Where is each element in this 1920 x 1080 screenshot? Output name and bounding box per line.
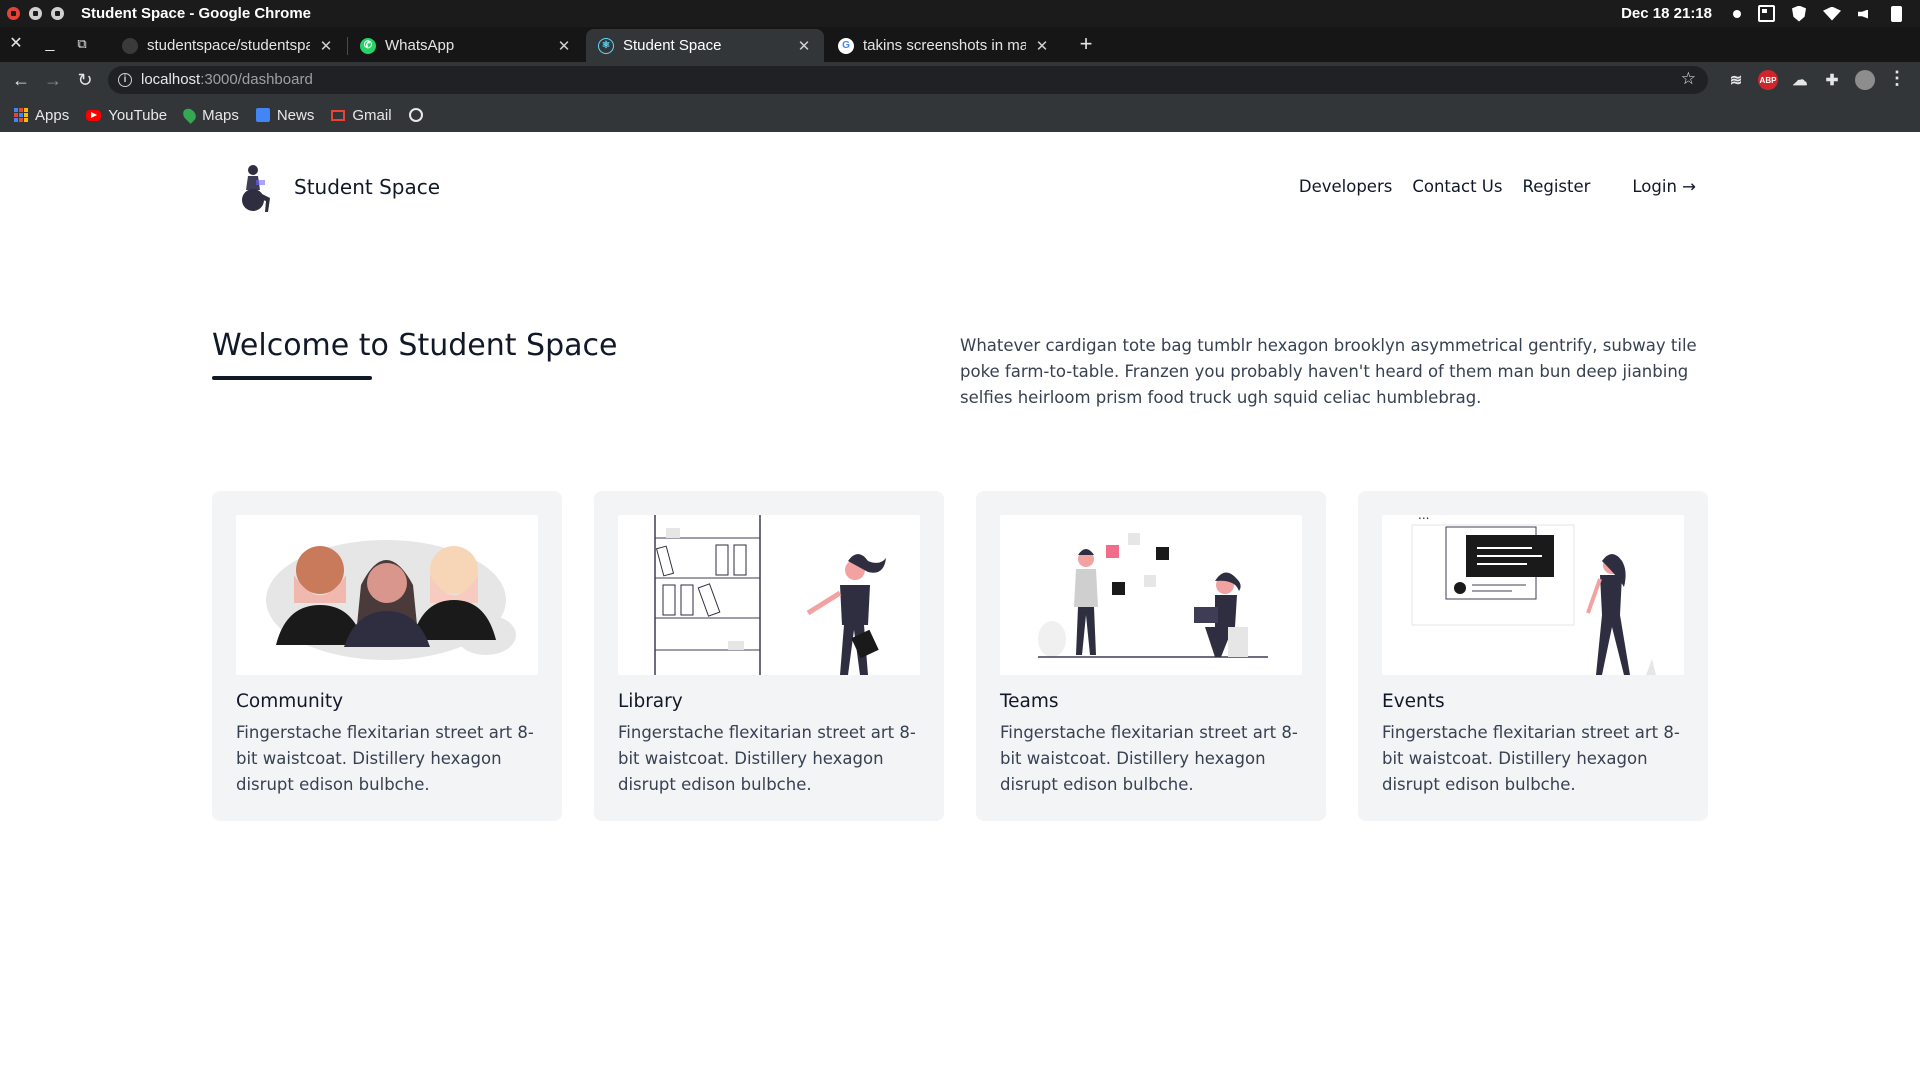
tab-strip: ✕ _ ⧉ studentspace/studentspa ✕ ✆ WhatsA… <box>0 27 1920 62</box>
clock[interactable]: Dec 18 21:18 <box>1621 5 1712 22</box>
tab-google-search[interactable]: G takins screenshots in ma ✕ <box>826 29 1062 62</box>
tab-close-icon[interactable]: ✕ <box>796 37 812 55</box>
hero-description: Whatever cardigan tote bag tumblr hexago… <box>960 336 1697 407</box>
nav-developers[interactable]: Developers <box>1299 177 1392 196</box>
tab-label: studentspace/studentspa <box>147 37 310 54</box>
card-title: Events <box>1382 691 1445 712</box>
address-bar[interactable]: i localhost:3000/dashboard ☆ <box>108 66 1708 94</box>
bookmark-label: Maps <box>202 106 239 124</box>
forward-arrow-icon[interactable]: → <box>43 70 63 90</box>
tab-whatsapp[interactable]: ✆ WhatsApp ✕ <box>348 29 584 62</box>
window-close-icon[interactable] <box>7 7 20 20</box>
apps-grid-icon <box>14 108 28 122</box>
card-community[interactable]: Community Fingerstache flexitarian stree… <box>212 491 562 821</box>
nav-register[interactable]: Register <box>1522 177 1590 196</box>
volume-icon[interactable] <box>1858 7 1874 21</box>
tab-student-space[interactable]: ⚛ Student Space ✕ <box>586 29 824 62</box>
gmail-icon <box>331 109 346 121</box>
events-illustration: ... <box>1382 515 1684 675</box>
brand-name[interactable]: Student Space <box>294 175 440 199</box>
card-description: Fingerstache flexitarian street art 8-bi… <box>1000 723 1298 794</box>
window-maximize-icon[interactable] <box>51 7 64 20</box>
window-controls <box>7 7 64 20</box>
tab-label: WhatsApp <box>385 37 455 54</box>
bookmarks-bar: Apps YouTube Maps News Gmail <box>0 98 1920 132</box>
card-events[interactable]: ... Events Fingerstache flexitarian stre… <box>1358 491 1708 821</box>
shield-icon[interactable] <box>1792 5 1806 22</box>
svg-text:...: ... <box>1418 515 1429 522</box>
feature-cards: Community Fingerstache flexitarian stree… <box>212 491 1709 821</box>
extension-icon[interactable]: ≋ <box>1726 70 1746 90</box>
bookmark-label: YouTube <box>108 106 168 124</box>
close-window-icon[interactable]: ✕ <box>7 35 25 53</box>
google-icon: G <box>838 37 854 54</box>
student-logo-icon[interactable] <box>236 162 278 214</box>
card-title: Community <box>236 691 344 712</box>
nav-contact-us[interactable]: Contact Us <box>1412 177 1502 196</box>
bookmark-gmail[interactable]: Gmail <box>331 106 392 124</box>
minimize-icon[interactable]: _ <box>41 35 59 53</box>
bookmark-apps[interactable]: Apps <box>14 107 69 124</box>
bookmark-star-icon[interactable]: ☆ <box>1681 69 1696 89</box>
puzzle-extensions-icon[interactable]: ✚ <box>1822 70 1842 90</box>
library-illustration <box>618 515 920 675</box>
reload-icon[interactable]: ↻ <box>75 70 95 90</box>
url-text[interactable]: localhost:3000/dashboard <box>141 71 313 88</box>
bookmark-maps[interactable]: Maps <box>180 106 239 124</box>
kebab-menu-icon[interactable]: ⋮ <box>1888 69 1906 87</box>
page-content: Student Space Developers Contact Us Regi… <box>0 132 1920 1080</box>
card-description: Fingerstache flexitarian street art 8-bi… <box>1382 723 1680 794</box>
tab-close-icon[interactable]: ✕ <box>318 37 334 55</box>
whatsapp-icon: ✆ <box>360 37 376 54</box>
card-teams[interactable]: Teams Fingerstache flexitarian street ar… <box>976 491 1326 821</box>
profile-avatar-icon[interactable] <box>1855 70 1875 90</box>
youtube-icon <box>86 109 102 121</box>
globe-icon <box>408 108 423 122</box>
battery-icon[interactable] <box>1891 5 1902 22</box>
nav-login[interactable]: Login → <box>1632 177 1696 196</box>
window-title: Student Space - Google Chrome <box>81 5 312 22</box>
page-title: Welcome to Student Space <box>212 328 618 363</box>
window-minimize-icon[interactable] <box>29 7 42 20</box>
news-icon <box>255 108 270 122</box>
cloud-extension-icon[interactable]: ☁ <box>1790 70 1810 90</box>
card-description: Fingerstache flexitarian street art 8-bi… <box>618 723 916 794</box>
bookmark-news[interactable]: News <box>255 106 315 124</box>
bookmark-label: Apps <box>35 106 70 124</box>
community-illustration <box>236 515 538 675</box>
site-header: Student Space Developers Contact Us Regi… <box>236 162 1696 216</box>
tab-close-icon[interactable]: ✕ <box>1034 37 1050 55</box>
notification-dot-icon <box>1733 9 1741 18</box>
browser-toolbar: ← → ↻ i localhost:3000/dashboard ☆ ≋ ABP… <box>0 62 1920 98</box>
tab-label: takins screenshots in ma <box>863 37 1026 54</box>
tab-label: Student Space <box>623 37 722 54</box>
os-title-bar: Student Space - Google Chrome Dec 18 21:… <box>0 0 1920 27</box>
bookmark-label: News <box>276 106 315 124</box>
card-title: Teams <box>1000 691 1059 712</box>
bookmark-label: Gmail <box>352 106 392 124</box>
maps-icon <box>180 106 199 124</box>
card-description: Fingerstache flexitarian street art 8-bi… <box>236 723 534 794</box>
back-arrow-icon[interactable]: ← <box>11 70 31 90</box>
system-tray: Dec 18 21:18 <box>1621 4 1902 23</box>
tab-close-icon[interactable]: ✕ <box>556 37 572 55</box>
title-underline <box>212 376 372 380</box>
app-indicator-icon[interactable] <box>1758 5 1775 22</box>
restore-icon[interactable]: ⧉ <box>73 35 91 53</box>
card-title: Library <box>618 691 683 712</box>
site-nav: Developers Contact Us Register Login → <box>1299 177 1696 196</box>
bookmark-youtube[interactable]: YouTube <box>86 107 167 124</box>
adblock-plus-icon[interactable]: ABP <box>1758 70 1778 90</box>
github-icon <box>122 37 138 54</box>
new-tab-button[interactable]: + <box>1076 33 1096 55</box>
wifi-icon[interactable] <box>1823 6 1841 21</box>
teams-illustration <box>1000 515 1302 675</box>
tab-github[interactable]: studentspace/studentspa ✕ <box>110 29 346 62</box>
site-info-icon[interactable]: i <box>118 73 132 87</box>
bookmark-globe[interactable] <box>408 108 423 122</box>
react-icon: ⚛ <box>598 37 614 54</box>
card-library[interactable]: Library Fingerstache flexitarian street … <box>594 491 944 821</box>
